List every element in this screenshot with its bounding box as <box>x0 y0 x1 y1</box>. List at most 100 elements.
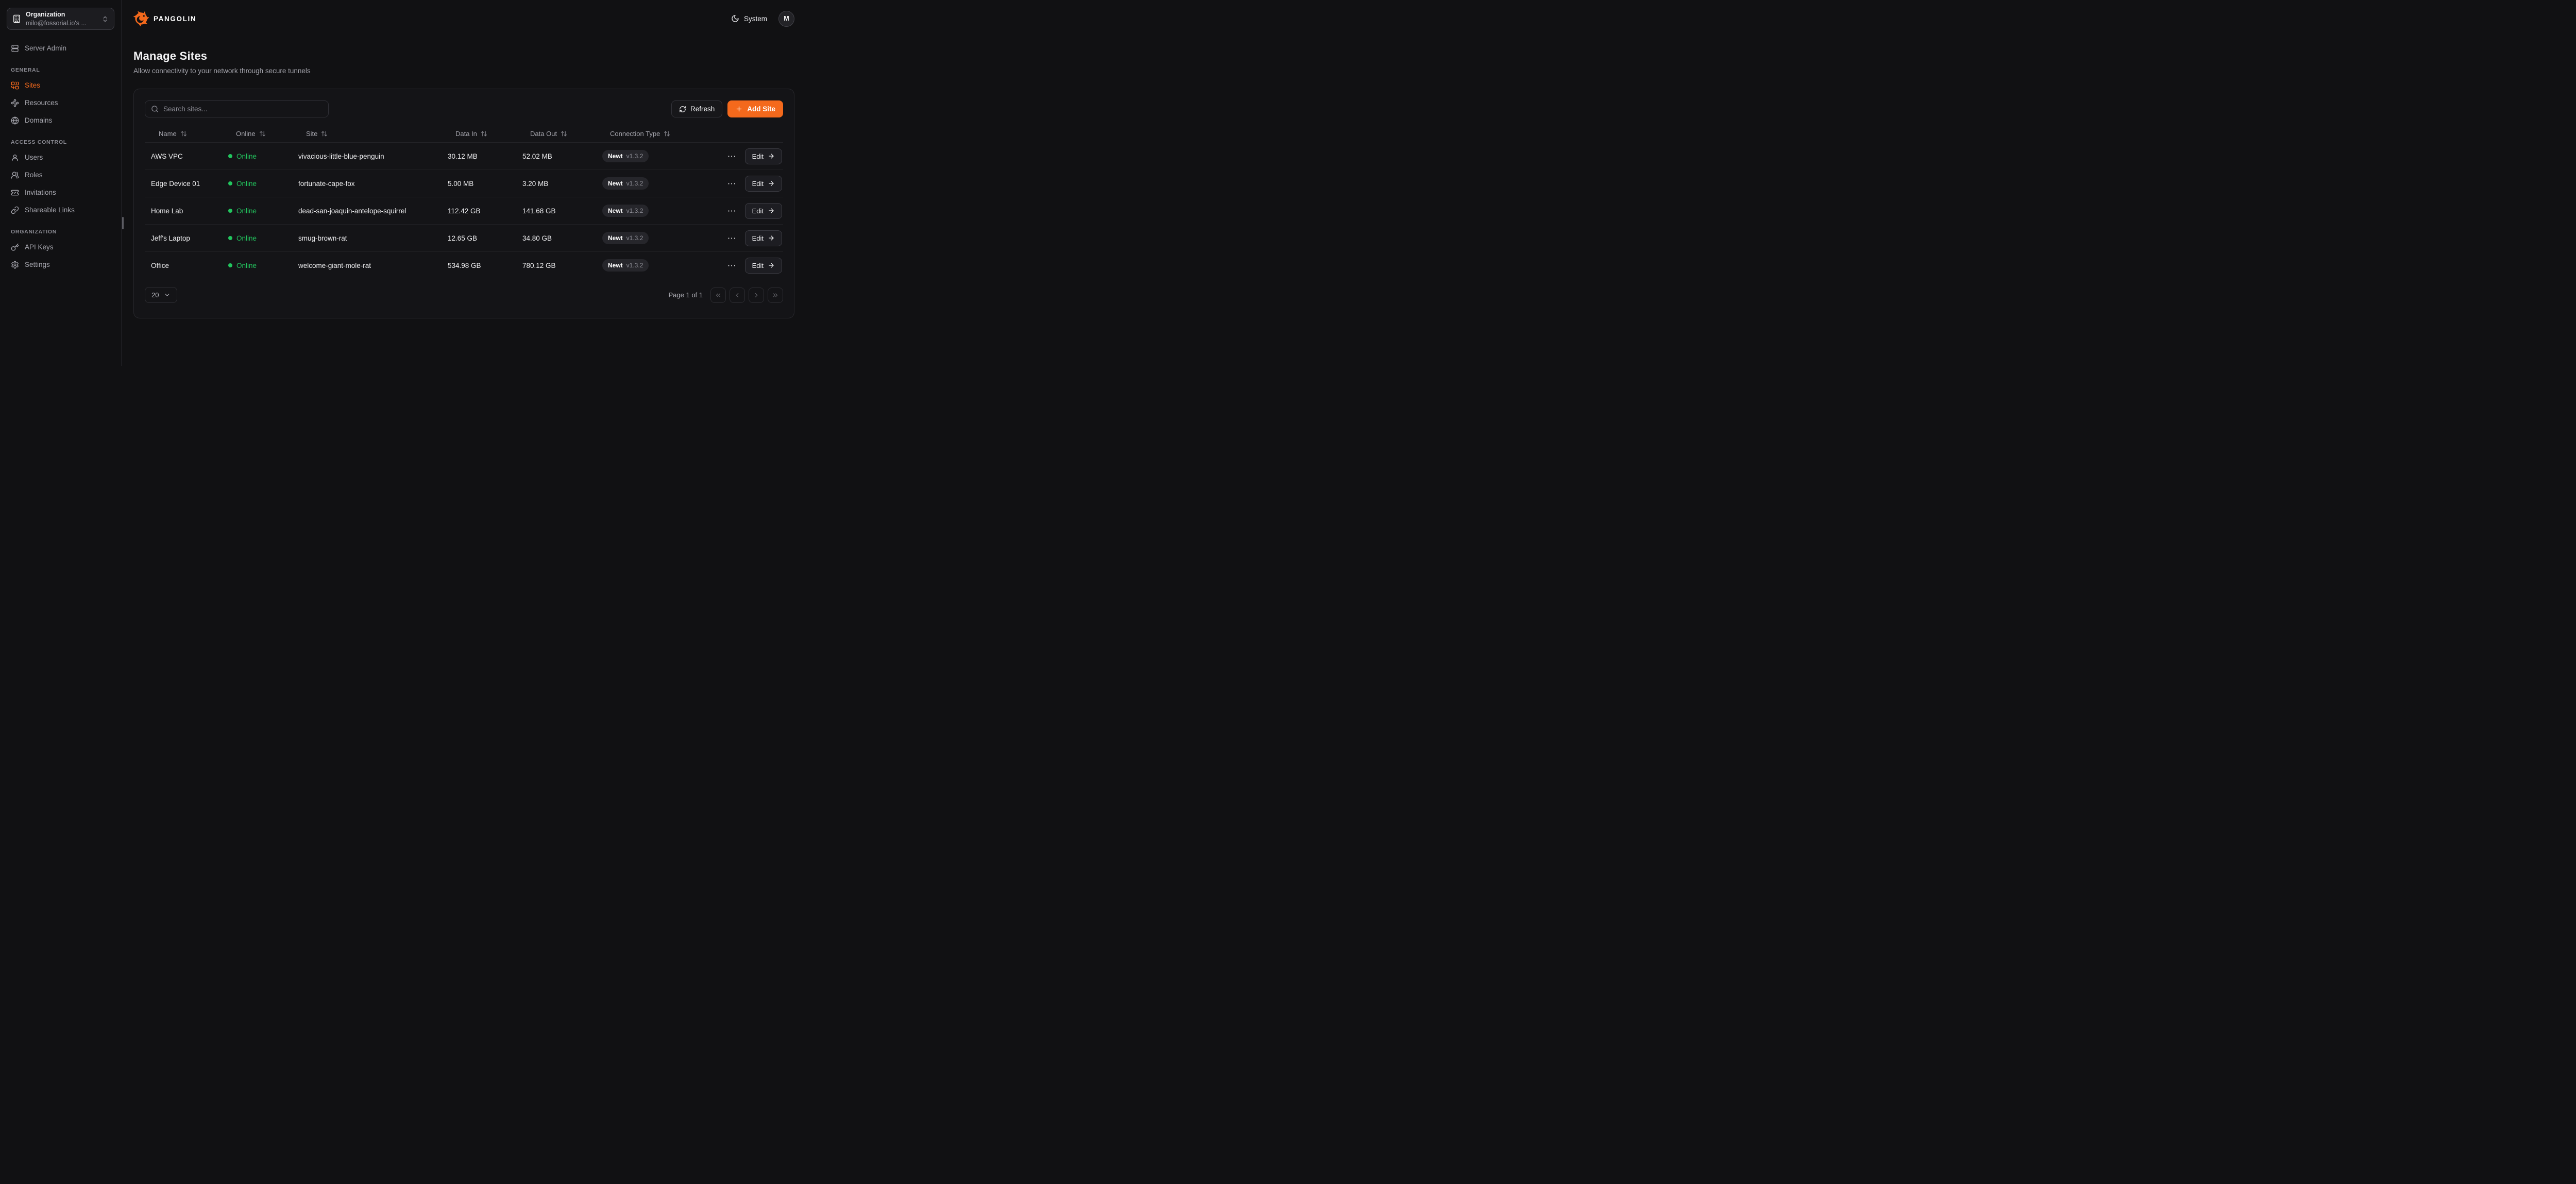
cell-online: Online <box>222 262 292 269</box>
edit-button[interactable]: Edit <box>745 176 782 192</box>
edit-button[interactable]: Edit <box>745 203 782 219</box>
connection-type-version: v1.3.2 <box>626 262 643 269</box>
connection-type-name: Newt <box>608 153 623 160</box>
page-size-value: 20 <box>151 291 159 299</box>
ticket-check-icon <box>11 189 19 197</box>
sidebar-item-roles[interactable]: Roles <box>7 167 114 183</box>
cell-online: Online <box>222 207 292 215</box>
sidebar-item-label: Resources <box>25 99 58 107</box>
sort-icon <box>561 130 567 137</box>
brand-name: PANGOLIN <box>154 15 196 23</box>
cell-connection-type: Newt v1.3.2 <box>596 232 718 244</box>
brand[interactable]: PANGOLIN <box>133 11 196 26</box>
avatar[interactable]: M <box>778 11 794 27</box>
cell-site: smug-brown-rat <box>292 234 442 242</box>
column-header-name[interactable]: Name <box>145 130 187 138</box>
gear-icon <box>11 261 19 269</box>
chevrons-right-icon <box>772 292 779 299</box>
add-site-button[interactable]: Add Site <box>727 100 783 117</box>
sidebar-item-shareable-links[interactable]: Shareable Links <box>7 202 114 218</box>
refresh-button[interactable]: Refresh <box>671 100 722 117</box>
table-row: Jeff's Laptop Online smug-brown-rat 12.6… <box>145 225 783 252</box>
row-menu-button[interactable]: ⋯ <box>726 150 738 163</box>
table-row: Edge Device 01 Online fortunate-cape-fox… <box>145 170 783 197</box>
sites-card: Refresh Add Site Name Online Site <box>133 89 794 318</box>
users-icon <box>11 171 19 179</box>
online-status-dot <box>228 181 232 185</box>
connection-type-badge: Newt v1.3.2 <box>602 259 649 272</box>
last-page-button[interactable] <box>768 287 783 303</box>
page-size-select[interactable]: 20 <box>145 287 177 303</box>
cell-site: fortunate-cape-fox <box>292 180 442 188</box>
toolbar-actions: Refresh Add Site <box>671 100 783 117</box>
org-selector-value: milo@fossorial.io's ... <box>26 20 87 27</box>
cell-connection-type: Newt v1.3.2 <box>596 259 718 272</box>
connection-type-badge: Newt v1.3.2 <box>602 205 649 217</box>
sort-icon <box>259 130 266 137</box>
cell-actions: ⋯ Edit <box>718 203 783 219</box>
table-row: AWS VPC Online vivacious-little-blue-pen… <box>145 143 783 170</box>
column-header-data-in[interactable]: Data In <box>442 130 487 138</box>
section-label-access-control: ACCESS CONTROL <box>11 139 110 145</box>
edit-button[interactable]: Edit <box>745 148 782 164</box>
arrow-right-icon <box>768 207 775 214</box>
cell-data-out: 34.80 GB <box>516 234 596 242</box>
sidebar-item-users[interactable]: Users <box>7 149 114 165</box>
edit-button[interactable]: Edit <box>745 258 782 274</box>
sort-icon <box>481 130 487 137</box>
search-input[interactable] <box>163 105 323 113</box>
next-page-button[interactable] <box>749 287 764 303</box>
topbar-right: System M <box>731 11 794 27</box>
sidebar-item-label: Server Admin <box>25 44 66 52</box>
cell-actions: ⋯ Edit <box>718 258 783 274</box>
sort-icon <box>321 130 328 137</box>
cell-site: dead-san-joaquin-antelope-squirrel <box>292 207 442 215</box>
connection-type-name: Newt <box>608 234 623 242</box>
cell-actions: ⋯ Edit <box>718 176 783 192</box>
cell-data-in: 112.42 GB <box>442 207 516 215</box>
edit-button[interactable]: Edit <box>745 230 782 246</box>
online-status-dot <box>228 154 232 158</box>
online-status-label: Online <box>236 234 257 242</box>
row-menu-button[interactable]: ⋯ <box>726 232 738 245</box>
column-header-connection-type[interactable]: Connection Type <box>596 130 670 138</box>
arrow-right-icon <box>768 262 775 269</box>
theme-toggle-button[interactable]: System <box>731 14 767 23</box>
cell-data-in: 30.12 MB <box>442 153 516 160</box>
online-status-label: Online <box>236 207 257 215</box>
table-footer: 20 Page 1 of 1 <box>145 287 783 303</box>
chevron-right-icon <box>753 292 760 299</box>
cell-data-out: 52.02 MB <box>516 153 596 160</box>
sidebar-item-label: Users <box>25 154 43 161</box>
cell-connection-type: Newt v1.3.2 <box>596 205 718 217</box>
cell-site: welcome-giant-mole-rat <box>292 262 442 269</box>
cell-online: Online <box>222 180 292 188</box>
moon-icon <box>731 14 739 23</box>
sidebar-item-server-admin[interactable]: Server Admin <box>7 40 114 56</box>
connection-type-version: v1.3.2 <box>626 207 643 214</box>
edit-button-label: Edit <box>752 234 764 242</box>
cell-actions: ⋯ Edit <box>718 148 783 164</box>
cell-name: AWS VPC <box>145 153 222 160</box>
row-menu-button[interactable]: ⋯ <box>726 205 738 217</box>
column-header-data-out[interactable]: Data Out <box>516 130 567 138</box>
column-header-online[interactable]: Online <box>222 130 266 138</box>
sidebar-item-invitations[interactable]: Invitations <box>7 184 114 200</box>
org-selector[interactable]: Organization milo@fossorial.io's ... <box>7 8 114 30</box>
sidebar-item-domains[interactable]: Domains <box>7 112 114 128</box>
sidebar-item-resources[interactable]: Resources <box>7 95 114 111</box>
row-menu-button[interactable]: ⋯ <box>726 259 738 272</box>
column-header-site[interactable]: Site <box>292 130 328 138</box>
section-label-general: GENERAL <box>11 67 110 73</box>
cell-name: Office <box>145 262 222 269</box>
sidebar-item-settings[interactable]: Settings <box>7 257 114 273</box>
sidebar-item-label: API Keys <box>25 243 54 251</box>
previous-page-button[interactable] <box>730 287 745 303</box>
sidebar-item-sites[interactable]: Sites <box>7 77 114 93</box>
first-page-button[interactable] <box>710 287 726 303</box>
sort-icon <box>180 130 187 137</box>
cell-site: vivacious-little-blue-penguin <box>292 153 442 160</box>
chevron-left-icon <box>734 292 741 299</box>
row-menu-button[interactable]: ⋯ <box>726 177 738 190</box>
sidebar-item-api-keys[interactable]: API Keys <box>7 239 114 255</box>
